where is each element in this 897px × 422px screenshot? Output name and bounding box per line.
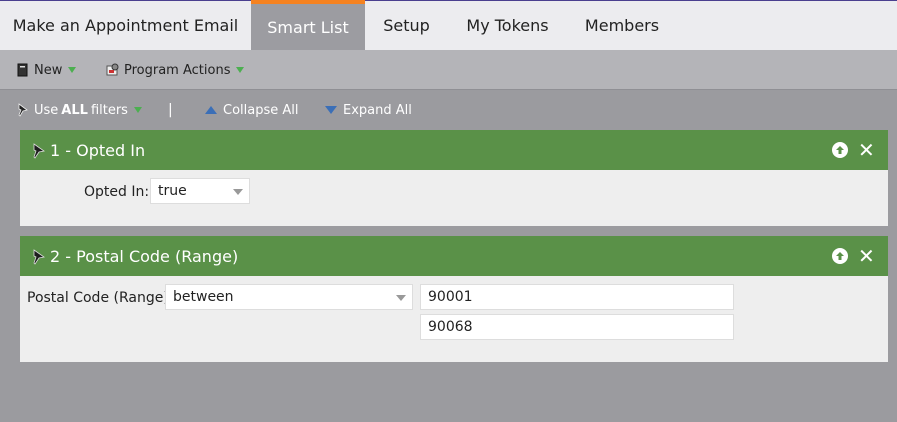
tab-label: Make an Appointment Email	[12, 16, 239, 35]
triangle-down-icon	[325, 106, 337, 114]
use-prefix: Use	[34, 102, 59, 118]
tab-make-an-appointment-email[interactable]: Make an Appointment Email	[0, 1, 251, 50]
input-value: 90068	[428, 319, 473, 335]
pin-icon	[18, 103, 28, 117]
use-all-filters-dropdown[interactable]: Use ALL filters	[16, 90, 142, 130]
filter-field-label: Opted In:	[84, 184, 150, 200]
postal-code-to-input[interactable]: 90068	[420, 314, 734, 340]
filter-header[interactable]: 1 - Opted In ✕	[20, 130, 888, 170]
tab-members[interactable]: Members	[567, 1, 677, 50]
tab-setup[interactable]: Setup	[365, 1, 448, 50]
collapse-all-button[interactable]: Collapse All	[205, 90, 299, 130]
tab-label: My Tokens	[466, 16, 549, 35]
postal-code-from-input[interactable]: 90001	[420, 284, 734, 310]
separator: |	[168, 102, 173, 118]
triangle-up-icon	[205, 106, 217, 114]
new-button[interactable]: New	[16, 50, 77, 90]
chevron-down-icon	[133, 107, 142, 113]
close-icon[interactable]: ✕	[858, 140, 875, 160]
arrow-up-circle-icon[interactable]	[832, 142, 848, 158]
new-label: New	[34, 62, 63, 78]
filter-card: 1 - Opted In ✕ Opted In: true	[20, 130, 888, 226]
program-actions-button[interactable]: Program Actions	[106, 50, 245, 90]
chevron-down-icon	[236, 67, 245, 73]
tab-label: Smart List	[267, 18, 349, 37]
gear-box-icon	[106, 63, 119, 76]
filter-title: 1 - Opted In	[50, 140, 146, 160]
chevron-down-icon	[68, 67, 77, 73]
tab-label: Members	[584, 16, 660, 35]
use-bold: ALL	[61, 102, 88, 118]
opted-in-select[interactable]: true	[150, 178, 250, 204]
postal-code-operator-select[interactable]: between	[165, 284, 413, 310]
tab-smart-list[interactable]: Smart List	[251, 0, 365, 51]
input-value: 90001	[428, 289, 473, 305]
tab-bar: Make an Appointment Email Smart List Set…	[0, 0, 897, 51]
select-value: between	[173, 289, 234, 305]
filter-bar: Use ALL filters | Collapse All Expand Al…	[0, 90, 897, 130]
collapse-all-label: Collapse All	[223, 102, 299, 118]
filter-card: 2 - Postal Code (Range) ✕ Postal Code (R…	[20, 236, 888, 362]
chevron-down-icon	[233, 189, 243, 195]
select-value: true	[158, 183, 187, 199]
tab-my-tokens[interactable]: My Tokens	[448, 1, 567, 50]
tab-label: Setup	[383, 16, 430, 35]
filter-field-label: Postal Code (Range):	[27, 290, 174, 306]
use-suffix: filters	[90, 102, 128, 118]
filter-title: 2 - Postal Code (Range)	[50, 246, 239, 266]
expand-all-label: Expand All	[343, 102, 412, 118]
toolbar: New Program Actions	[0, 50, 897, 90]
filter-header[interactable]: 2 - Postal Code (Range) ✕	[20, 236, 888, 276]
pin-icon	[33, 143, 45, 159]
arrow-up-circle-icon[interactable]	[832, 248, 848, 264]
close-icon[interactable]: ✕	[858, 246, 875, 266]
pin-icon	[33, 249, 45, 265]
expand-all-button[interactable]: Expand All	[325, 90, 412, 130]
document-icon	[17, 63, 28, 77]
program-actions-label: Program Actions	[124, 62, 231, 78]
chevron-down-icon	[396, 295, 406, 301]
